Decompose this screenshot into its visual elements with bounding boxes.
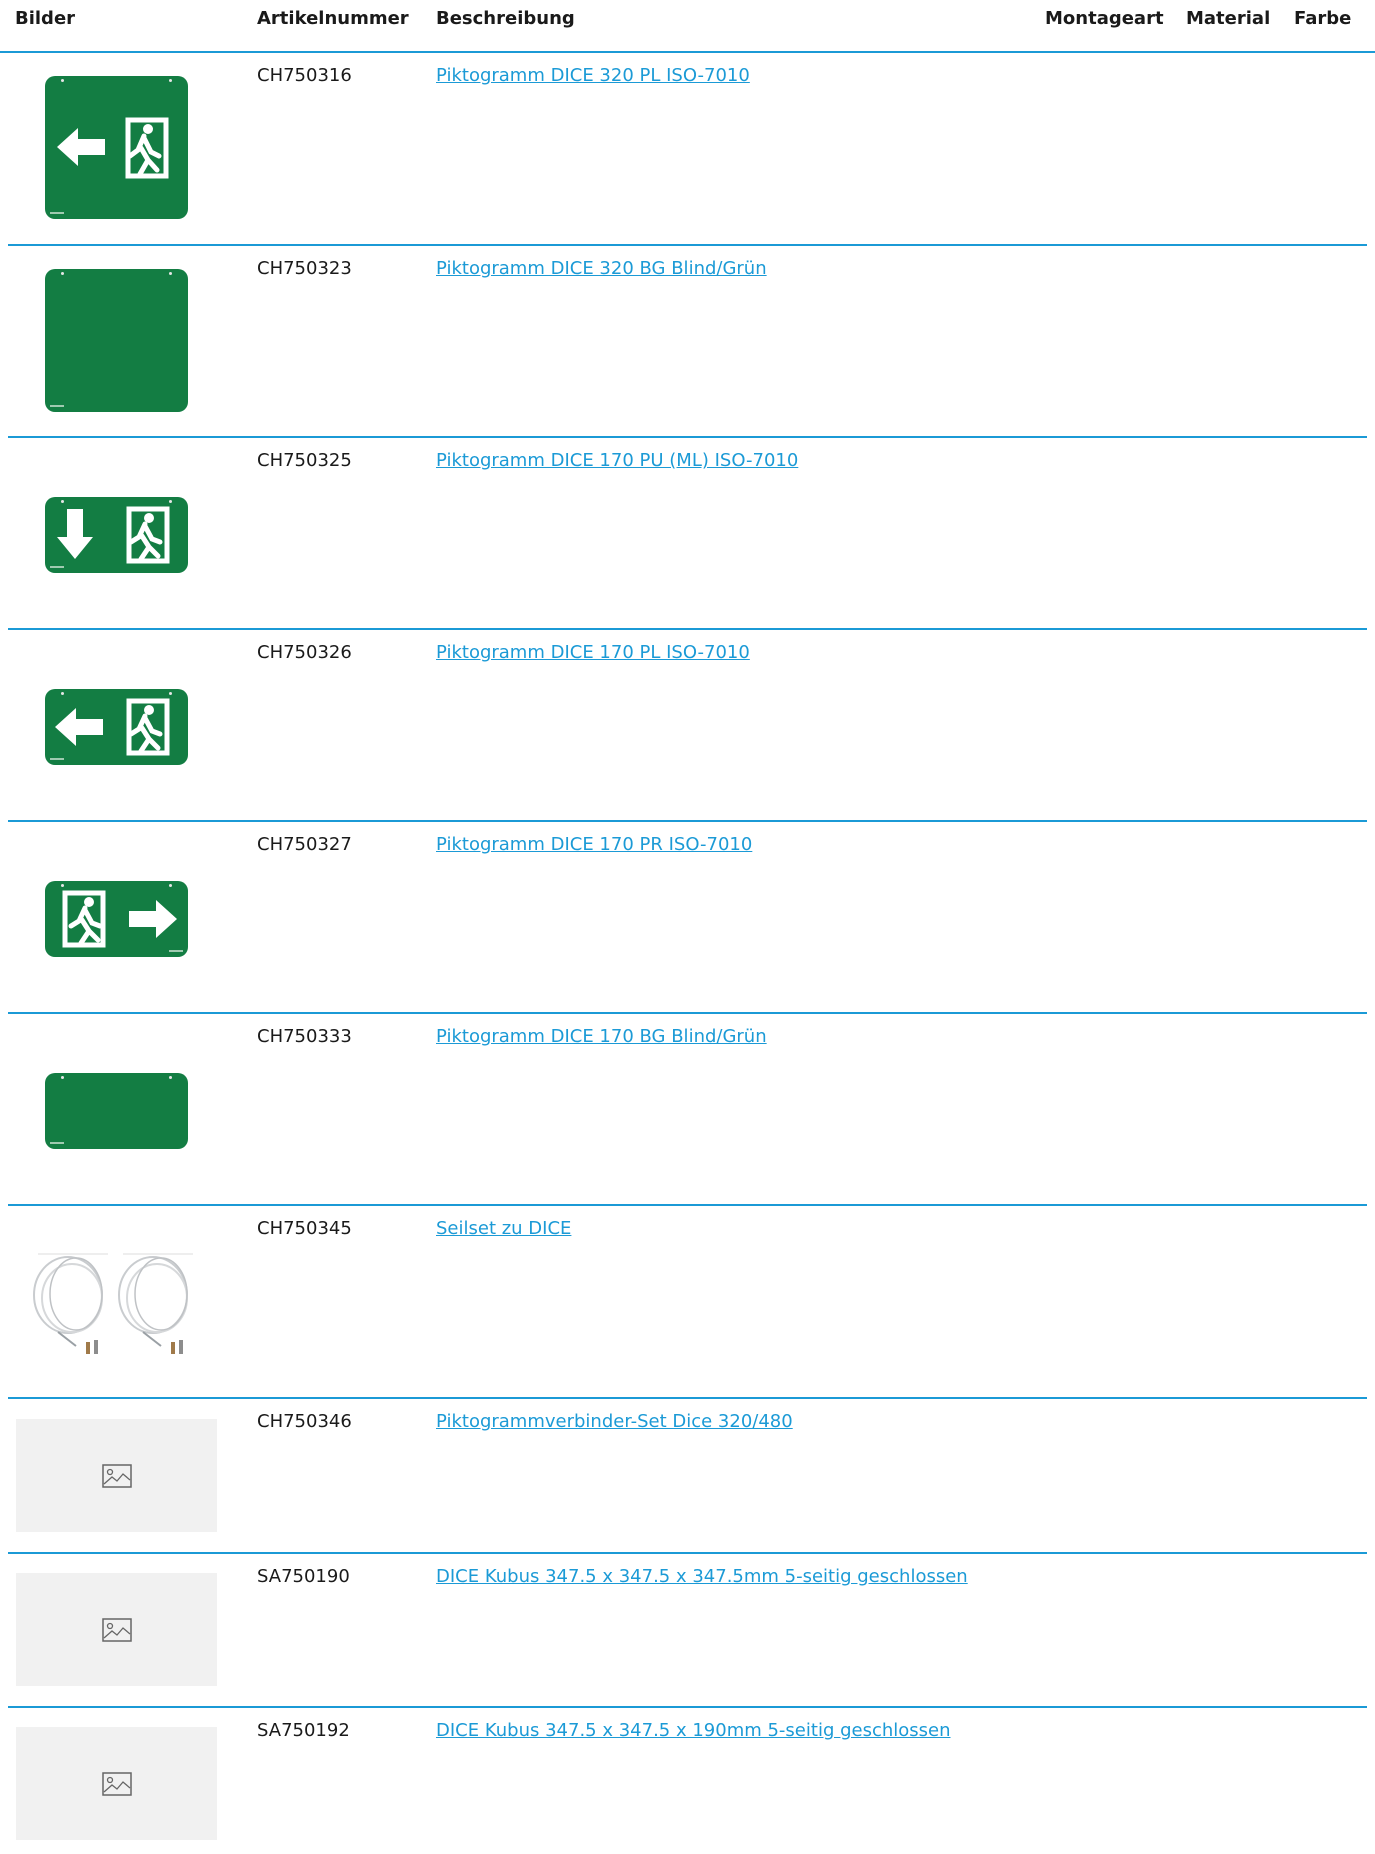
- exit-right-pictogram-icon: [62, 890, 177, 948]
- blank-green-sign-image[interactable]: [45, 1073, 188, 1149]
- product-link[interactable]: Piktogramm DICE 320 BG Blind/Grün: [436, 258, 767, 279]
- image-placeholder[interactable]: [16, 1573, 217, 1686]
- artikelnummer: CH750326: [257, 642, 352, 663]
- image-placeholder-icon: [101, 1771, 132, 1796]
- image-placeholder-icon: [101, 1463, 132, 1488]
- product-link[interactable]: Piktogrammverbinder-Set Dice 320/480: [436, 1411, 793, 1432]
- product-link[interactable]: Piktogramm DICE 320 PL ISO-7010: [436, 65, 750, 86]
- exit-sign-arrow-down-image[interactable]: [45, 497, 188, 573]
- blank-green-sign-image[interactable]: [45, 269, 188, 412]
- image-placeholder[interactable]: [16, 1419, 217, 1532]
- exit-left-pictogram-icon: [55, 698, 170, 756]
- cable-set-icon: [33, 1253, 193, 1354]
- product-link[interactable]: Seilset zu DICE: [436, 1218, 571, 1239]
- column-header-material: Material: [1186, 8, 1271, 29]
- artikelnummer: CH750316: [257, 65, 352, 86]
- exit-sign-arrow-right-image[interactable]: [45, 881, 188, 957]
- artikelnummer: CH750333: [257, 1026, 352, 1047]
- table-row: CH750346 Piktogrammverbinder-Set Dice 32…: [8, 1399, 1367, 1554]
- artikelnummer: SA750192: [257, 1720, 350, 1741]
- exit-left-pictogram-icon: [57, 117, 169, 179]
- exit-down-pictogram-icon: [57, 506, 170, 564]
- artikelnummer: CH750327: [257, 834, 352, 855]
- column-header-artikelnummer: Artikelnummer: [257, 8, 409, 29]
- table-row: CH750333 Piktogramm DICE 170 BG Blind/Gr…: [8, 1014, 1367, 1206]
- product-link[interactable]: Piktogramm DICE 170 PR ISO-7010: [436, 834, 752, 855]
- cable-set-image[interactable]: [28, 1250, 208, 1360]
- artikelnummer: CH750325: [257, 450, 352, 471]
- product-link[interactable]: Piktogramm DICE 170 PU (ML) ISO-7010: [436, 450, 798, 471]
- column-header-montageart: Montageart: [1045, 8, 1164, 29]
- exit-sign-arrow-left-image[interactable]: [45, 689, 188, 765]
- table-row: SA750190 DICE Kubus 347.5 x 347.5 x 347.…: [8, 1554, 1367, 1708]
- artikelnummer: CH750323: [257, 258, 352, 279]
- product-link[interactable]: Piktogramm DICE 170 BG Blind/Grün: [436, 1026, 767, 1047]
- artikelnummer: CH750345: [257, 1218, 352, 1239]
- table-row: CH750327 Piktogramm DICE 170 PR ISO-7010: [8, 822, 1367, 1014]
- table-row: CH750325 Piktogramm DICE 170 PU (ML) ISO…: [8, 438, 1367, 630]
- artikelnummer: SA750190: [257, 1566, 350, 1587]
- table-row: CH750323 Piktogramm DICE 320 BG Blind/Gr…: [8, 246, 1367, 438]
- column-header-beschreibung: Beschreibung: [436, 8, 575, 29]
- column-header-farbe: Farbe: [1294, 8, 1352, 29]
- table-row: CH750345 Seilset zu DICE: [8, 1206, 1367, 1399]
- image-placeholder[interactable]: [16, 1727, 217, 1840]
- product-link[interactable]: Piktogramm DICE 170 PL ISO-7010: [436, 642, 750, 663]
- product-link[interactable]: DICE Kubus 347.5 x 347.5 x 190mm 5-seiti…: [436, 1720, 951, 1741]
- exit-sign-arrow-left-image[interactable]: [45, 76, 188, 219]
- table-row: CH750326 Piktogramm DICE 170 PL ISO-7010: [8, 630, 1367, 822]
- product-link[interactable]: DICE Kubus 347.5 x 347.5 x 347.5mm 5-sei…: [436, 1566, 968, 1587]
- table-header: Bilder Artikelnummer Beschreibung Montag…: [0, 0, 1375, 53]
- table-row: CH750316 Piktogramm DICE 320 PL ISO-7010: [8, 53, 1367, 246]
- column-header-bilder: Bilder: [15, 8, 76, 29]
- artikelnummer: CH750346: [257, 1411, 352, 1432]
- image-placeholder-icon: [101, 1617, 132, 1642]
- table-row: SA750192 DICE Kubus 347.5 x 347.5 x 190m…: [8, 1708, 1367, 1854]
